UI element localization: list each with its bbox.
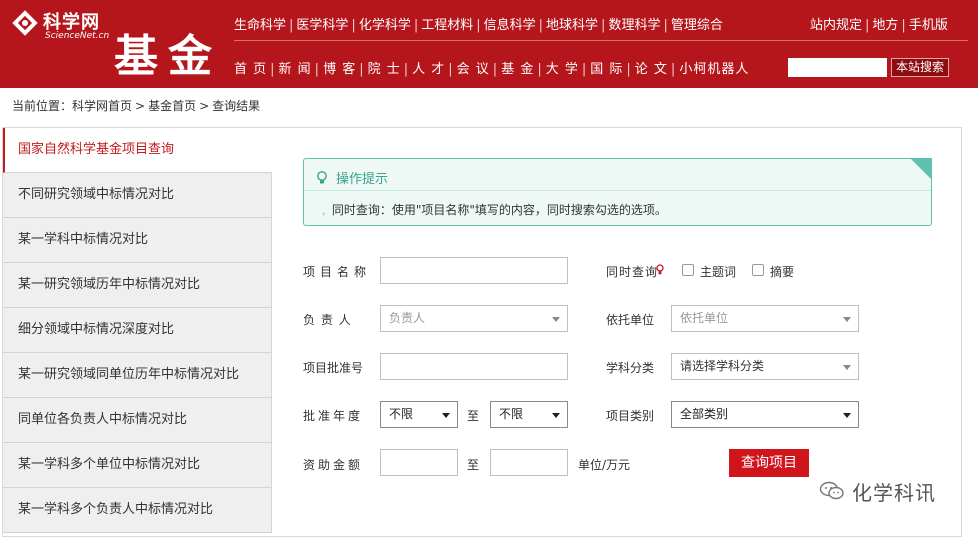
amount-to-label: 至 bbox=[467, 458, 481, 472]
topic-checkbox-label: 主题词 bbox=[700, 265, 737, 279]
nav-fund[interactable]: 基 金 bbox=[501, 58, 534, 77]
chevron-down-icon bbox=[552, 413, 560, 418]
logo-english: ScienceNet.cn bbox=[45, 31, 110, 41]
sciencenet-logo[interactable]: 科学网 ScienceNet.cn bbox=[10, 6, 110, 46]
site-search-input[interactable] bbox=[788, 58, 887, 77]
nav-blog[interactable]: 博 客 bbox=[323, 58, 356, 77]
sidebar-item-discipline-compare[interactable]: 某一学科中标情况对比 bbox=[3, 218, 272, 263]
breadcrumb-fund-home[interactable]: 基金首页 bbox=[148, 99, 196, 113]
nav-discipline-engineering[interactable]: 工程材料 bbox=[421, 14, 473, 33]
topic-checkbox[interactable] bbox=[682, 264, 694, 276]
sidebar-item-discipline-leaders[interactable]: 某一学科多个负责人中标情况对比 bbox=[3, 488, 272, 533]
sidebar-item-project-query[interactable]: 国家自然科学基金项目查询 bbox=[3, 128, 272, 173]
project-name-input[interactable] bbox=[380, 257, 568, 284]
year-to-label: 至 bbox=[467, 409, 481, 423]
lightbulb-icon bbox=[317, 171, 327, 184]
hint-bulb-icon bbox=[656, 264, 664, 275]
local-link[interactable]: 地方 bbox=[872, 14, 898, 33]
nav-international[interactable]: 国 际 bbox=[590, 58, 623, 77]
nav-discipline-life[interactable]: 生命科学 bbox=[234, 14, 286, 33]
nav-news[interactable]: 新 闻 bbox=[279, 58, 312, 77]
query-project-button[interactable]: 查询项目 bbox=[729, 449, 809, 477]
site-header: 科学网 ScienceNet.cn 基金 生命科学 | 医学科学 | 化学科学 | 工程材料… bbox=[0, 0, 978, 88]
nav-discipline-chemistry[interactable]: 化学科学 bbox=[359, 14, 411, 33]
abstract-checkbox-label: 摘要 bbox=[770, 265, 795, 279]
tip-title: 操作提示 bbox=[316, 168, 388, 187]
tip-text: , 同时查询：使用"项目名称"填写的内容，同时搜索勾选的选项。 bbox=[322, 203, 667, 217]
main-nav: 首 页 | 新 闻 | 博 客 | 院 士 | 人 才 | 会 议 | 基 金 | 大 学 | 国 际 | 论 文 |… bbox=[234, 58, 749, 77]
category-select[interactable]: 全部类别 bbox=[671, 401, 859, 428]
nav-discipline-math[interactable]: 数理科学 bbox=[608, 14, 660, 33]
chevron-down-icon bbox=[552, 317, 560, 322]
wechat-icon bbox=[819, 481, 844, 500]
nav-home[interactable]: 首 页 bbox=[234, 58, 267, 77]
leader-select[interactable]: 负责人 bbox=[380, 305, 568, 332]
operation-tip: 操作提示 , 同时查询：使用"项目名称"填写的内容，同时搜索勾选的选项。 bbox=[303, 158, 932, 226]
year-to-select[interactable]: 不限 bbox=[490, 401, 568, 428]
amount-min-input[interactable] bbox=[380, 449, 458, 476]
amount-max-input[interactable] bbox=[490, 449, 568, 476]
utility-links: 站内规定 | 地方 | 手机版 bbox=[810, 14, 948, 33]
category-label: 项目类别 bbox=[606, 409, 655, 423]
chevron-down-icon bbox=[843, 365, 851, 370]
simultaneous-query-label: 同时查询 bbox=[606, 265, 659, 279]
nav-conference[interactable]: 会 议 bbox=[457, 58, 490, 77]
sidebar-item-field-yearly[interactable]: 某一研究领域历年中标情况对比 bbox=[3, 263, 272, 308]
nav-discipline-information[interactable]: 信息科学 bbox=[484, 14, 536, 33]
mobile-link[interactable]: 手机版 bbox=[909, 14, 948, 33]
discipline-select[interactable]: 请选择学科分类 bbox=[671, 353, 859, 380]
site-rules-link[interactable]: 站内规定 bbox=[810, 14, 862, 33]
nav-robot[interactable]: 小柯机器人 bbox=[679, 58, 749, 77]
sidebar-item-field-institution-yearly[interactable]: 某一研究领域同单位历年中标情况对比 bbox=[3, 353, 272, 398]
sidebar-item-field-compare[interactable]: 不同研究领域中标情况对比 bbox=[3, 173, 272, 218]
sidebar-item-subfield-depth[interactable]: 细分领域中标情况深度对比 bbox=[3, 308, 272, 353]
approval-number-input[interactable] bbox=[380, 353, 568, 380]
breadcrumb-prefix: 当前位置： bbox=[12, 99, 73, 113]
nav-university[interactable]: 大 学 bbox=[546, 58, 579, 77]
discipline-nav: 生命科学 | 医学科学 | 化学科学 | 工程材料 | 信息科学 | 地球科学 | 数理科学 | 管理综合 bbox=[234, 14, 723, 33]
institution-label: 依托单位 bbox=[606, 313, 655, 327]
nav-academician[interactable]: 院 士 bbox=[368, 58, 401, 77]
chevron-down-icon bbox=[843, 317, 851, 322]
chevron-down-icon bbox=[442, 413, 450, 418]
sidebar: 国家自然科学基金项目查询 不同研究领域中标情况对比 某一学科中标情况对比 某一研… bbox=[3, 128, 272, 533]
logo-emblem-icon bbox=[12, 10, 38, 36]
nav-papers[interactable]: 论 文 bbox=[635, 58, 668, 77]
nav-discipline-medical[interactable]: 医学科学 bbox=[296, 14, 348, 33]
sidebar-item-institution-leaders[interactable]: 同单位各负责人中标情况对比 bbox=[3, 398, 272, 443]
abstract-checkbox[interactable] bbox=[752, 264, 764, 276]
approval-number-label: 项目批准号 bbox=[303, 361, 364, 375]
breadcrumb-current: 查询结果 bbox=[212, 99, 261, 113]
institution-select[interactable]: 依托单位 bbox=[671, 305, 859, 332]
sidebar-item-discipline-institutions[interactable]: 某一学科多个单位中标情况对比 bbox=[3, 443, 272, 488]
tip-corner bbox=[910, 158, 932, 180]
amount-unit-label: 单位/万元 bbox=[578, 458, 631, 472]
nav-discipline-earth[interactable]: 地球科学 bbox=[546, 14, 598, 33]
site-search-button[interactable]: 本站搜索 bbox=[891, 58, 949, 77]
nav-discipline-management[interactable]: 管理综合 bbox=[671, 14, 723, 33]
watermark-text: 化学科讯 bbox=[852, 481, 936, 505]
nav-divider bbox=[234, 40, 968, 41]
breadcrumb: 当前位置：科学网首页 > 基金首页 > 查询结果 bbox=[12, 99, 261, 113]
year-from-select[interactable]: 不限 bbox=[380, 401, 458, 428]
section-title: 基金 bbox=[114, 31, 222, 82]
project-name-label: 项目名称 bbox=[303, 265, 372, 279]
nav-talent[interactable]: 人 才 bbox=[412, 58, 445, 77]
leader-label: 负 责 人 bbox=[303, 313, 352, 327]
approval-year-label: 批准年度 bbox=[303, 409, 364, 423]
discipline-label: 学科分类 bbox=[606, 361, 655, 375]
breadcrumb-home[interactable]: 科学网首页 bbox=[72, 99, 132, 113]
funding-amount-label: 资助金额 bbox=[303, 458, 364, 472]
chevron-down-icon bbox=[843, 413, 851, 418]
